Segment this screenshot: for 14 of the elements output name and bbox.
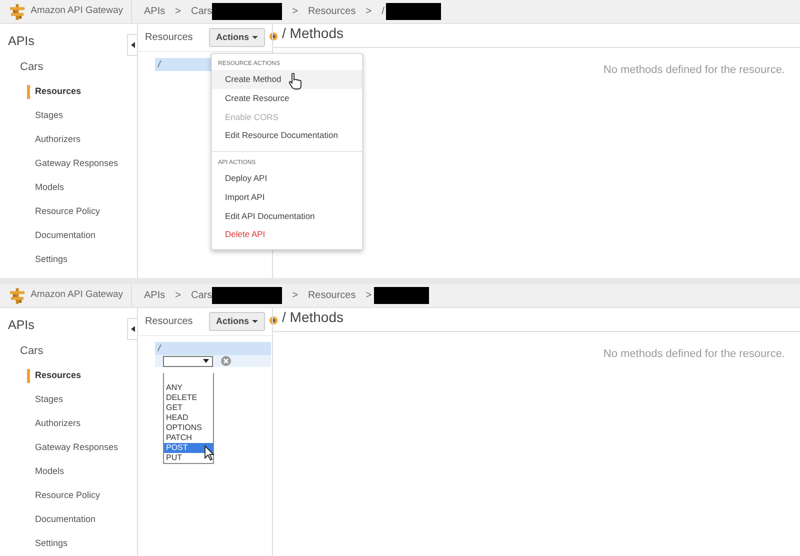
sidebar-heading: APIs [8, 33, 34, 50]
breadcrumb-separator: > [175, 289, 181, 303]
breadcrumb-separator: > [366, 289, 372, 303]
breadcrumb-separator: > [175, 5, 181, 19]
breadcrumb-separator: > [292, 289, 298, 303]
page-title: / Methods [282, 308, 344, 327]
breadcrumb-separator: > [292, 5, 298, 19]
resources-label: Resources [145, 31, 193, 45]
resources-label: Resources [145, 315, 193, 329]
empty-message: No methods defined for the resource. [603, 63, 785, 78]
sidebar-heading: APIs [8, 317, 34, 334]
empty-message: No methods defined for the resource. [603, 347, 785, 362]
breadcrumb-separator: > [366, 5, 372, 19]
page-title: / Methods [282, 24, 344, 43]
